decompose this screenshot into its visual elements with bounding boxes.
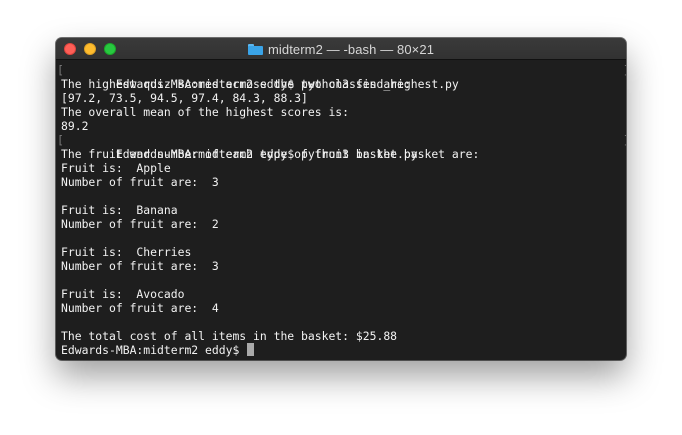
terminal-line: The fruit and number of each type of fru… xyxy=(61,147,480,161)
terminal-line: [Edwards-MBA:midterm2 eddy$ python3 find… xyxy=(57,63,626,91)
command-mark-left: [ xyxy=(57,63,64,77)
terminal-line: 89.2 xyxy=(61,119,89,133)
desktop-background: midterm2 — -bash — 80×21 [Edwards-MBA:mi… xyxy=(0,0,682,435)
terminal-line: Fruit is: Banana xyxy=(61,203,178,217)
terminal-line: The highest quiz scores across the two c… xyxy=(61,77,411,91)
terminal-line: Fruit is: Avocado xyxy=(61,287,185,301)
text-cursor xyxy=(247,343,255,356)
terminal-line: Number of fruit are: 3 xyxy=(61,259,219,273)
terminal-line: Fruit is: Cherries xyxy=(61,245,192,259)
terminal-line: The overall mean of the highest scores i… xyxy=(61,105,350,119)
window-title-text: midterm2 — -bash — 80×21 xyxy=(267,41,435,57)
window-title: midterm2 — -bash — 80×21 xyxy=(56,38,626,60)
terminal-window[interactable]: midterm2 — -bash — 80×21 [Edwards-MBA:mi… xyxy=(56,38,626,360)
terminal-line: Fruit is: Apple xyxy=(61,161,171,175)
folder-icon xyxy=(247,43,263,55)
terminal-line: Number of fruit are: 3 xyxy=(61,175,219,189)
scrollbar[interactable] xyxy=(616,60,626,360)
command-mark-left: [ xyxy=(57,133,64,147)
terminal-prompt-line[interactable]: Edwards-MBA:midterm2 eddy$ xyxy=(61,343,626,357)
terminal-line: [97.2, 73.5, 94.5, 97.4, 84.3, 88.3] xyxy=(61,91,308,105)
terminal-line: [Edwards-MBA:midterm2 eddy$ python3 bask… xyxy=(57,133,626,161)
terminal-line: Number of fruit are: 4 xyxy=(61,301,219,315)
terminal-line: The total cost of all items in the baske… xyxy=(61,329,398,343)
title-bar[interactable]: midterm2 — -bash — 80×21 xyxy=(56,38,626,60)
terminal-output[interactable]: [Edwards-MBA:midterm2 eddy$ python3 find… xyxy=(56,60,626,360)
terminal-line: Number of fruit are: 2 xyxy=(61,217,219,231)
